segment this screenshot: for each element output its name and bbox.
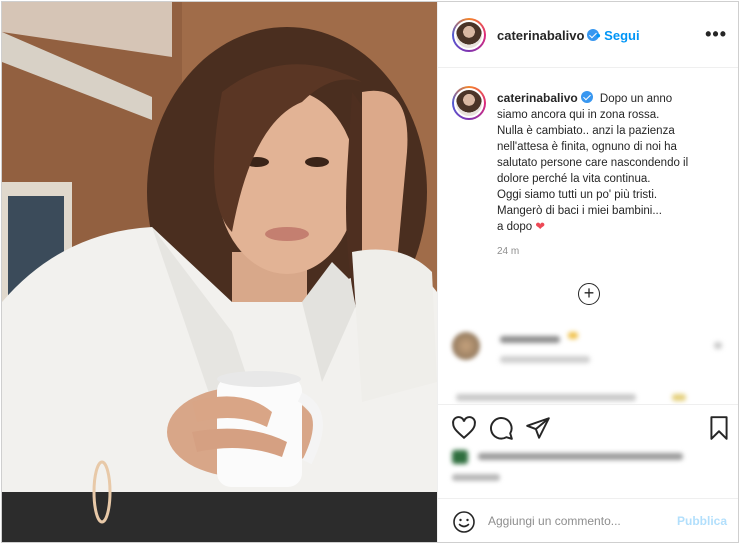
post-header: caterinabalivo • Segui •••: [438, 2, 738, 68]
comment-item: [452, 332, 727, 372]
share-icon[interactable]: [525, 415, 551, 441]
follow-button[interactable]: • Segui: [596, 28, 640, 43]
caption-username-link[interactable]: caterinabalivo: [497, 91, 593, 105]
smiley-icon[interactable]: [452, 510, 476, 534]
blurred-emoji: [568, 332, 578, 339]
more-options-icon[interactable]: •••: [705, 24, 727, 45]
avatar[interactable]: [452, 86, 486, 120]
caption-text: Dopo un anno siamo ancora qui in zona ro…: [497, 93, 689, 233]
post-actions: [438, 404, 738, 448]
heart-icon[interactable]: [451, 415, 477, 441]
blurred-emoji: [672, 394, 686, 401]
avatar[interactable]: [452, 18, 486, 52]
plus-circle-icon[interactable]: +: [578, 283, 600, 305]
red-heart-emoji: ❤: [535, 221, 546, 233]
comment-bar: Pubblica: [438, 498, 738, 542]
blurred-username: [500, 336, 560, 343]
verified-badge-icon: [580, 91, 593, 103]
username-link[interactable]: caterinabalivo: [497, 28, 600, 43]
liker-avatar: [452, 450, 468, 464]
woman-with-coffee-photo: [2, 2, 437, 542]
post-caption: caterinabalivo Dopo un anno siamo ancora…: [497, 90, 727, 235]
post-time[interactable]: 24 m: [497, 246, 519, 257]
comment-like-icon[interactable]: [714, 342, 722, 349]
likes-summary[interactable]: [452, 448, 732, 464]
bookmark-icon[interactable]: [706, 415, 732, 441]
comment-input[interactable]: [488, 512, 668, 530]
blurred-comment-text: [456, 394, 636, 401]
blurred-likes-text: [478, 453, 683, 460]
instagram-post: caterinabalivo • Segui ••• caterinabaliv…: [1, 1, 739, 543]
comment-icon[interactable]: [488, 415, 514, 441]
post-side-panel: caterinabalivo • Segui ••• caterinabaliv…: [437, 2, 738, 542]
post-photo[interactable]: [2, 2, 437, 542]
comment-avatar[interactable]: [452, 332, 480, 360]
comment-item: [452, 392, 727, 402]
blurred-comment-text: [500, 356, 590, 363]
blurred-post-date: [452, 474, 500, 481]
publish-button[interactable]: Pubblica: [677, 514, 727, 528]
